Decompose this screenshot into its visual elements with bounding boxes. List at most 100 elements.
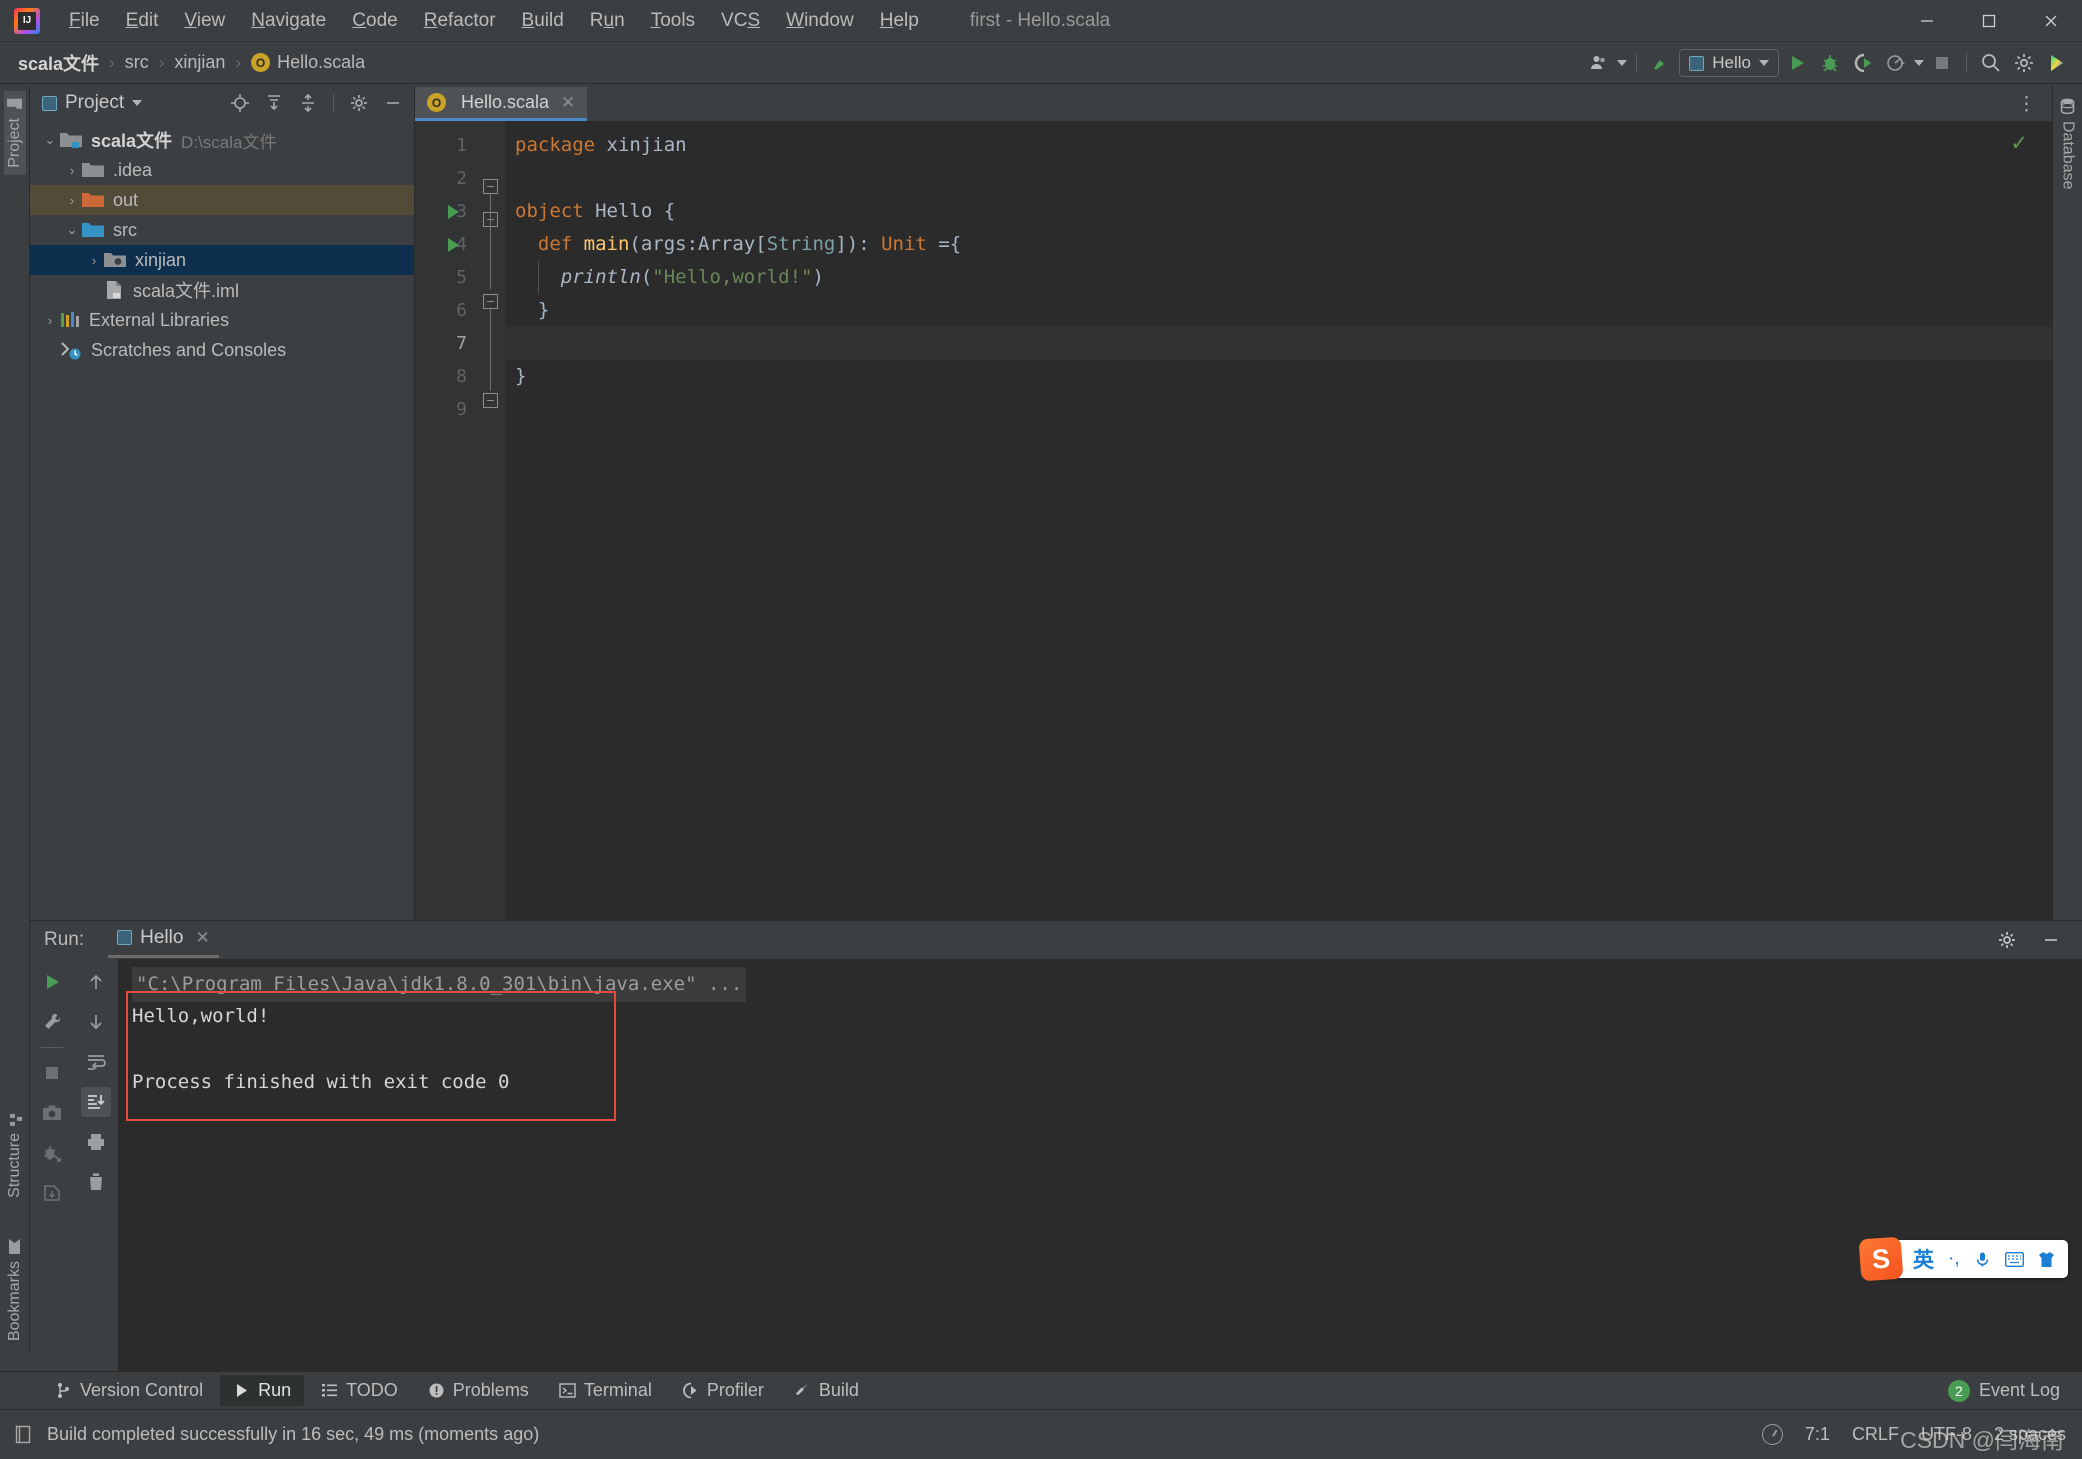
user-avatar-icon[interactable] [1584,48,1614,78]
hide-icon[interactable] [2036,925,2066,955]
breadcrumb-item-2[interactable]: xinjian [170,50,229,75]
menu-item-edit[interactable]: Edit [113,6,172,36]
tree-node-xinjian[interactable]: › xinjian [30,245,414,275]
run-console-output[interactable]: "C:\Program Files\Java\jdk1.8.0_301\bin\… [118,959,2082,1409]
expand-all-icon[interactable] [261,90,287,116]
breadcrumb-item-3[interactable]: O Hello.scala [247,50,369,75]
tree-node-scala文件.iml[interactable]: scala文件.iml [30,275,414,305]
code-line-9[interactable] [505,393,2052,426]
tool-window-button-build[interactable]: Build [781,1375,872,1406]
file-encoding[interactable]: UTF-8 [1921,1424,1972,1445]
menu-item-navigate[interactable]: Navigate [238,6,339,36]
menu-item-vcs[interactable]: VCS [708,6,773,36]
caret-position[interactable]: 7:1 [1805,1424,1830,1445]
event-log-button[interactable]: 2 Event Log [1947,1379,2060,1402]
menu-bar[interactable]: File Edit View Navigate Code Refactor Build Run… [56,6,932,36]
inspection-status-icon[interactable]: ✓ [2010,131,2028,156]
stop-icon[interactable] [1927,48,1957,78]
hide-icon[interactable] [380,90,406,116]
menu-item-build[interactable]: Build [509,6,577,36]
gutter-line-3[interactable]: 3 [415,195,477,228]
maximize-button[interactable] [1958,0,2020,42]
breadcrumb-item-0[interactable]: scala文件 [14,48,103,78]
build-hammer-icon[interactable] [1646,48,1676,78]
code-line-4[interactable]: def main(args:Array[String]): Unit ={ [505,228,2052,261]
debug-icon[interactable] [1815,48,1845,78]
code-line-3[interactable]: object Hello { [505,195,2052,228]
gutter-run-icon[interactable] [448,238,459,252]
tool-window-button-terminal[interactable]: Terminal [546,1375,665,1406]
sidebar-tab-database[interactable]: Database [2057,91,2079,197]
menu-item-code[interactable]: Code [339,6,410,36]
code-line-6[interactable]: } [505,294,2052,327]
run-icon[interactable] [1782,48,1812,78]
chevron-right-icon[interactable]: › [40,313,60,328]
fold-marker-object[interactable] [483,179,498,194]
run-configuration-selector[interactable]: Hello [1679,49,1779,77]
skin-icon[interactable] [2031,1251,2062,1268]
tool-window-button-todo[interactable]: TODO [308,1375,411,1406]
tool-window-buttons[interactable]: Version Control Run TODO Problems Terminal Pr… [42,1375,872,1406]
tool-window-button-version-control[interactable]: Version Control [42,1375,216,1406]
tool-window-button-profiler[interactable]: Profiler [669,1375,777,1406]
scroll-to-end-icon[interactable] [81,1087,111,1117]
rerun-icon[interactable] [37,967,67,997]
code-line-5[interactable]: println("Hello,world!") [505,261,2052,294]
chevron-down-icon[interactable]: ⌄ [40,132,60,148]
code-line-1[interactable]: package xinjian [505,129,2052,162]
stop-icon[interactable] [37,1058,67,1088]
chevron-right-icon[interactable]: › [84,253,104,268]
gutter-line-2[interactable]: 2 [415,162,477,195]
gutter-line-7[interactable]: 7 [415,327,477,360]
close-icon[interactable]: ✕ [195,928,209,948]
screenshot-icon[interactable] [37,1098,67,1128]
dump-threads-icon[interactable] [37,1138,67,1168]
tree-node-.idea[interactable]: › .idea [30,155,414,185]
ime-mode-toggle[interactable]: 英 [1906,1244,1941,1274]
sogou-logo-icon[interactable]: S [1858,1236,1904,1282]
tree-node-scala文件[interactable]: ⌄ scala文件 D:\scala文件 [30,125,414,155]
avatar-chevron-down-icon[interactable] [1617,60,1628,66]
scroll-down-icon[interactable] [81,1007,111,1037]
microphone-icon[interactable] [1967,1251,1998,1268]
settings-gear-icon[interactable] [346,90,372,116]
profile-icon[interactable] [1881,48,1911,78]
tool-window-button-problems[interactable]: Problems [415,1375,542,1406]
code-line-8[interactable]: } [505,360,2052,393]
sidebar-tab-bookmarks[interactable]: Bookmarks [4,1231,26,1348]
minimize-button[interactable] [1896,0,1958,42]
gutter-line-8[interactable]: 8 [415,360,477,393]
gutter-line-5[interactable]: 5 [415,261,477,294]
tree-node-Scratches and Consoles[interactable]: Scratches and Consoles [30,335,414,365]
menu-item-refactor[interactable]: Refactor [411,6,509,36]
indent-setting[interactable]: 2 spaces [1994,1424,2066,1445]
line-separator[interactable]: CRLF [1852,1424,1899,1445]
breadcrumb-item-1[interactable]: src [121,50,153,75]
ide-assistant-icon[interactable] [2042,48,2072,78]
scroll-up-icon[interactable] [81,967,111,997]
sogou-ime-toolbar[interactable]: S 英 ·, [1858,1236,2068,1282]
menu-item-view[interactable]: View [171,6,238,36]
tool-window-button-run[interactable]: Run [220,1375,305,1406]
menu-item-tools[interactable]: Tools [638,6,708,36]
editor-options-icon[interactable]: ⋮ [2017,93,2038,116]
gutter-line-1[interactable]: 1 [415,129,477,162]
fold-marker-end-def[interactable] [483,294,498,309]
menu-item-help[interactable]: Help [867,6,932,36]
run-tab-hello[interactable]: Hello ✕ [108,923,219,958]
menu-item-window[interactable]: Window [773,6,867,36]
sidebar-tab-structure[interactable]: Structure [4,1105,26,1205]
gutter-line-6[interactable]: 6 [415,294,477,327]
lock-icon[interactable] [1761,1424,1783,1445]
print-icon[interactable] [81,1127,111,1157]
code-line-7[interactable] [505,327,2052,360]
search-everywhere-icon[interactable] [1976,48,2006,78]
settings-gear-icon[interactable] [1992,925,2022,955]
locate-icon[interactable] [227,90,253,116]
gutter-run-icon[interactable] [448,205,459,219]
chevron-right-icon[interactable]: › [62,163,82,178]
fold-marker-end-object[interactable] [483,393,498,408]
tree-node-out[interactable]: › out [30,185,414,215]
ime-punctuation-toggle[interactable]: ·, [1941,1248,1967,1270]
breadcrumb[interactable]: scala文件 › src › xinjian › O Hello.scala [14,48,369,78]
